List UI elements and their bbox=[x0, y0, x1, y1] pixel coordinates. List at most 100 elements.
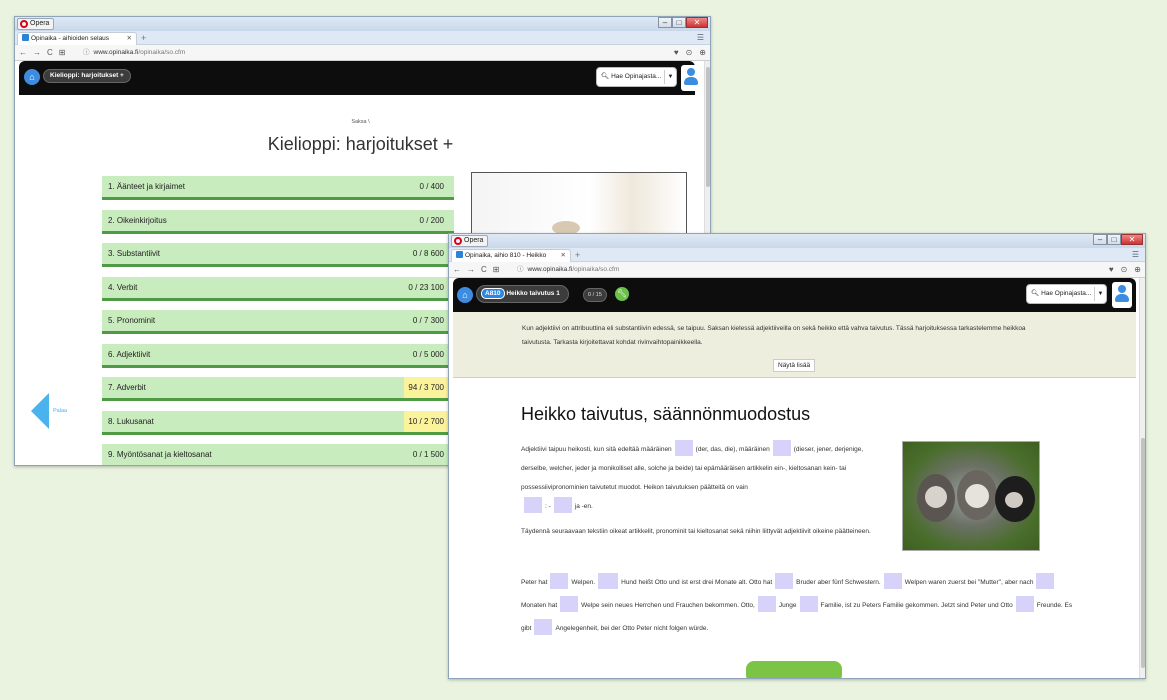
tab-close-icon[interactable]: ✕ bbox=[127, 33, 132, 45]
header-pill[interactable]: Kielioppi: harjoitukset + bbox=[43, 69, 131, 83]
exercise-id-badge: A810 bbox=[481, 288, 505, 299]
category-row[interactable]: 4. Verbit 0 / 23 100 bbox=[102, 276, 454, 301]
category-row[interactable]: 2. Oikeinkirjoitus 0 / 200 bbox=[102, 209, 454, 234]
category-label: 6. Adjektiivit bbox=[108, 349, 151, 359]
tab-close-icon[interactable]: ✕ bbox=[561, 250, 566, 262]
url-field[interactable]: ⓘ www.opinaika.fi/opinaika/so.cfm bbox=[83, 47, 650, 59]
avatar[interactable] bbox=[681, 65, 701, 91]
reload-icon[interactable]: C bbox=[481, 264, 487, 276]
category-row[interactable]: 3. Substantiivit 0 / 8 600 bbox=[102, 243, 454, 267]
tab-bar: Opinaika, aihio 810 - Heikko ✕ + ☰ bbox=[449, 248, 1145, 262]
exercise-text: Peter hat Welpen. Hund heißt Otto und ist … bbox=[521, 571, 1081, 640]
site-info-icon[interactable]: ⓘ bbox=[83, 47, 90, 59]
forward-icon[interactable]: → bbox=[467, 264, 475, 276]
search-input[interactable]: 🔍︎ Hae Opinajasta... ▼ bbox=[1026, 284, 1107, 304]
close-icon[interactable]: ✕ bbox=[686, 17, 708, 28]
speed-dial-icon[interactable]: ⊞ bbox=[493, 264, 500, 276]
answer-gap[interactable] bbox=[1036, 573, 1055, 589]
wrench-icon[interactable]: 🔧︎ bbox=[615, 287, 629, 301]
exercise-title-pill[interactable]: A810 Heikko taivutus 1 bbox=[476, 285, 569, 303]
answer-gap[interactable] bbox=[883, 573, 902, 589]
forward-icon[interactable]: → bbox=[33, 47, 41, 59]
answer-gap[interactable] bbox=[553, 497, 572, 513]
answer-gap[interactable] bbox=[674, 440, 693, 456]
answer-gap[interactable] bbox=[772, 440, 791, 456]
download-icon[interactable]: ⊙ bbox=[1121, 264, 1128, 276]
answer-gap[interactable] bbox=[757, 596, 776, 612]
search-input[interactable]: 🔍︎ Hae Opinajasta... ▼ bbox=[596, 67, 677, 87]
breadcrumb[interactable]: Saksa \ bbox=[15, 119, 706, 125]
app-header: ⌂ Kielioppi: harjoitukset + 🔍︎ Hae Opina… bbox=[19, 61, 701, 95]
category-score: 94 / 3 700 bbox=[404, 377, 448, 398]
account-icon[interactable]: ⊕ bbox=[699, 47, 706, 59]
answer-gap[interactable] bbox=[799, 596, 818, 612]
heart-icon[interactable]: ♥ bbox=[1109, 264, 1114, 276]
back-icon[interactable]: ← bbox=[19, 47, 27, 59]
answer-gap[interactable] bbox=[1015, 596, 1034, 612]
story-text: Welpen waren zuerst bei "Mutter", aber n… bbox=[904, 579, 1034, 586]
tab-title: Opinaika, aihio 810 - Heikko bbox=[465, 252, 547, 259]
side-image bbox=[471, 172, 687, 237]
chevron-down-icon[interactable]: ▼ bbox=[664, 70, 676, 84]
category-row[interactable]: 9. Myöntösanat ja kieltosanat 0 / 1 500 bbox=[102, 444, 454, 465]
minimize-icon[interactable]: – bbox=[1093, 234, 1107, 245]
back-icon[interactable]: ← bbox=[453, 264, 461, 276]
avatar[interactable] bbox=[1112, 282, 1132, 308]
story-text: Monaten hat bbox=[521, 602, 558, 609]
new-tab-icon[interactable]: + bbox=[575, 250, 580, 260]
maximize-icon[interactable]: □ bbox=[1107, 234, 1121, 245]
answer-gap[interactable] bbox=[534, 619, 553, 635]
scrollbar[interactable] bbox=[1139, 278, 1145, 678]
answer-gap[interactable] bbox=[598, 573, 619, 589]
titlebar: Opera – □ ✕ bbox=[449, 234, 1145, 248]
exercise-heading: Heikko taivutus, säännönmuodostus bbox=[521, 404, 811, 424]
story-text: Junge bbox=[778, 602, 797, 609]
app-header: ⌂ A810 Heikko taivutus 1 0 / 15 🔧︎ 🔍︎ Ha… bbox=[453, 278, 1136, 312]
category-row[interactable]: 1. Äänteet ja kirjaimet 0 / 400 bbox=[102, 176, 454, 200]
tab-menu-icon[interactable]: ☰ bbox=[697, 34, 704, 42]
story-text: Angelegenheit, bei der Otto Peter nicht … bbox=[555, 625, 709, 632]
show-more-button[interactable]: Näytä lisää bbox=[773, 359, 816, 372]
url-field[interactable]: ⓘ www.opinaika.fi/opinaika/so.cfm bbox=[517, 264, 1085, 276]
reload-icon[interactable]: C bbox=[47, 47, 53, 59]
tab-menu-icon[interactable]: ☰ bbox=[1132, 251, 1139, 259]
category-label: 5. Pronominit bbox=[108, 316, 156, 325]
browser-tab[interactable]: Opinaika - aihioiden selaus ✕ bbox=[17, 32, 137, 45]
category-row[interactable]: 8. Lukusanat 10 / 2 700 bbox=[102, 410, 454, 435]
instruction-paragraph: Täydennä seuraavaan tekstiin oikeat arti… bbox=[521, 528, 871, 535]
page-title: Kielioppi: harjoitukset + bbox=[267, 134, 454, 154]
opera-menu-button[interactable]: Opera bbox=[451, 235, 489, 247]
search-label: Hae Opinajasta... bbox=[1041, 290, 1092, 297]
back-arrow-icon[interactable] bbox=[31, 393, 49, 429]
opera-menu-button[interactable]: Opera bbox=[17, 18, 55, 30]
category-row[interactable]: 7. Adverbit 94 / 3 700 bbox=[102, 377, 454, 401]
site-info-icon[interactable]: ⓘ bbox=[517, 264, 524, 276]
maximize-icon[interactable]: □ bbox=[672, 17, 686, 28]
answer-gap[interactable] bbox=[524, 497, 542, 513]
category-label: 1. Äänteet ja kirjaimet bbox=[108, 182, 185, 191]
close-icon[interactable]: ✕ bbox=[1121, 234, 1143, 245]
chevron-down-icon[interactable]: ▼ bbox=[1094, 287, 1106, 301]
new-tab-icon[interactable]: + bbox=[141, 33, 146, 43]
story-text: Familie, ist zu Peters Familie gekommen.… bbox=[820, 602, 1013, 609]
answer-gap[interactable] bbox=[775, 573, 794, 589]
back-label[interactable]: Palaa bbox=[53, 408, 67, 414]
address-bar: ← → C ⊞ ⓘ www.opinaika.fi/opinaika/so.cfm ♥ ⊙… bbox=[15, 45, 710, 61]
tab-title: Opinaika - aihioiden selaus bbox=[31, 35, 110, 42]
answer-gap[interactable] bbox=[560, 596, 579, 612]
minimize-icon[interactable]: – bbox=[658, 17, 672, 28]
home-icon[interactable]: ⌂ bbox=[457, 287, 473, 303]
category-label: 2. Oikeinkirjoitus bbox=[108, 215, 167, 225]
account-icon[interactable]: ⊕ bbox=[1134, 264, 1141, 276]
story-text: Bruder aber fünf Schwestern. bbox=[796, 579, 881, 586]
category-row[interactable]: 6. Adjektiivit 0 / 5 000 bbox=[102, 343, 454, 368]
download-icon[interactable]: ⊙ bbox=[686, 47, 693, 59]
heart-icon[interactable]: ♥ bbox=[674, 47, 679, 59]
home-icon[interactable]: ⌂ bbox=[24, 69, 40, 85]
check-button[interactable] bbox=[746, 661, 842, 678]
category-row[interactable]: 5. Pronominit 0 / 7 300 bbox=[102, 310, 454, 334]
story-text: Hund heißt Otto und ist erst drei Monate… bbox=[621, 579, 773, 586]
speed-dial-icon[interactable]: ⊞ bbox=[59, 47, 66, 59]
answer-gap[interactable] bbox=[550, 573, 569, 589]
browser-tab[interactable]: Opinaika, aihio 810 - Heikko ✕ bbox=[451, 249, 571, 262]
